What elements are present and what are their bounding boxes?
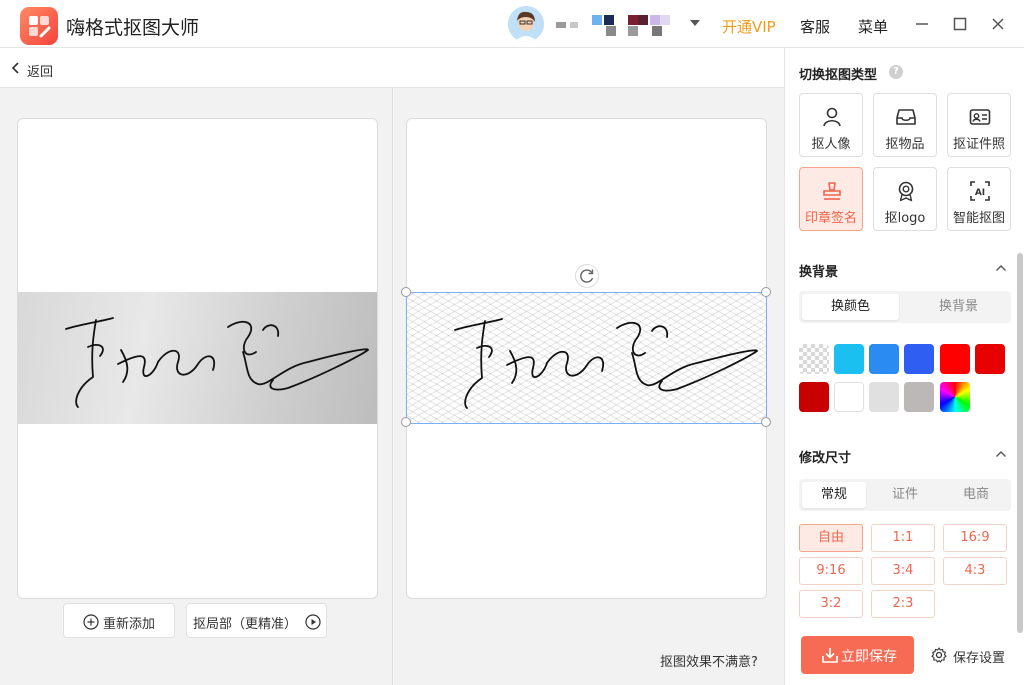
type-label: 抠证件照 [952,137,1005,152]
ratio-3-2-button[interactable]: 3:2 [799,590,863,618]
color-swatch-white[interactable] [834,382,864,412]
maximize-icon[interactable] [950,14,970,34]
save-settings-link[interactable]: 保存设置 [931,646,1015,666]
title-bar: 嗨格式抠图大师 开通VIP 客服 菜单 [0,0,1024,48]
color-swatch-blue[interactable] [904,344,934,374]
plus-circle-icon [83,614,99,630]
partial-cutout-button[interactable]: 抠局部（更精准） [186,603,327,638]
type-label: 智能抠图 [952,211,1005,226]
chevron-down-icon[interactable] [688,17,702,29]
type-logo-button[interactable]: 抠logo [873,167,937,231]
customer-service-link[interactable]: 客服 [800,16,830,37]
ratio-16-9-button[interactable]: 16:9 [943,524,1007,552]
type-object-button[interactable]: 抠物品 [873,93,937,157]
ai-icon: AI [970,181,990,201]
menu-link[interactable]: 菜单 [858,16,888,37]
resize-handle-bottom-right[interactable] [761,417,771,427]
badge-icon [898,181,914,202]
tab-change-background[interactable]: 换背景 [909,294,1008,320]
resize-handle-bottom-left[interactable] [401,417,411,427]
rotate-icon[interactable] [575,264,599,288]
stamp-icon [823,182,841,200]
app-window: 嗨格式抠图大师 开通VIP 客服 菜单 返回 重新添加 抠局部（更精准） 抠图效… [0,0,1024,685]
tab-change-color[interactable]: 换颜色 [802,294,899,320]
color-swatch-deep-red[interactable] [975,344,1005,374]
color-swatch-cyan[interactable] [834,344,864,374]
size-section-title: 修改尺寸 [799,451,852,466]
color-swatch-red[interactable] [940,344,970,374]
readd-label: 重新添加 [103,617,156,632]
save-now-button[interactable]: 立即保存 [801,636,914,674]
close-icon[interactable] [988,14,1008,34]
color-swatch-sky-blue[interactable] [869,344,899,374]
color-swatch-light-gray[interactable] [869,382,899,412]
vip-link[interactable]: 开通VIP [722,16,776,37]
panel-scrollbar[interactable] [1017,253,1023,633]
ratio-3-4-button[interactable]: 3:4 [871,557,935,585]
ratio-9-16-button[interactable]: 9:16 [799,557,863,585]
type-portrait-button[interactable]: 抠人像 [799,93,863,157]
settings-panel: 切换抠图类型 ? 抠人像 抠物品 抠证件照 印章签名 抠logo AI 智能抠图… [784,48,1024,685]
save-settings-label: 保存设置 [953,651,1006,666]
tab-id[interactable]: 证件 [873,482,937,508]
color-picker-rainbow[interactable] [940,382,970,412]
chevron-left-icon[interactable] [11,61,21,75]
type-id-photo-button[interactable]: 抠证件照 [947,93,1011,157]
download-icon [822,648,838,663]
type-label: 抠物品 [885,137,925,152]
user-avatar[interactable] [508,6,544,42]
type-smart-cutout-button[interactable]: AI 智能抠图 [947,167,1011,231]
app-logo [20,7,58,45]
color-swatch-transparent[interactable] [799,344,829,374]
work-area: 重新添加 抠局部（更精准） 抠图效果不满意? [0,88,784,685]
resize-handle-top-right[interactable] [761,287,771,297]
resize-handle-top-left[interactable] [401,287,411,297]
tab-regular[interactable]: 常规 [802,482,866,508]
username-obscured [552,12,676,38]
type-label: 印章签名 [804,211,857,226]
background-tabs: 换颜色 换背景 [799,291,1011,323]
background-section-title: 换背景 [799,265,839,280]
original-image-canvas [17,118,378,599]
size-tabs: 常规 证件 电商 [799,479,1011,511]
ratio-1-1-button[interactable]: 1:1 [871,524,935,552]
ratio-4-3-button[interactable]: 4:3 [943,557,1007,585]
chevron-up-icon[interactable] [995,449,1007,459]
back-bar: 返回 [0,48,784,88]
canvas-divider [392,88,393,685]
color-swatch-dark-red[interactable] [799,382,829,412]
readd-button[interactable]: 重新添加 [63,603,175,638]
type-label: 抠人像 [811,137,851,152]
type-stamp-signature-button[interactable]: 印章签名 [799,167,863,231]
person-icon [823,107,841,127]
type-label: 抠logo [884,211,926,226]
tab-ecommerce[interactable]: 电商 [944,482,1008,508]
save-now-label: 立即保存 [841,649,897,665]
cutout-selection-box[interactable] [401,287,771,427]
original-signature-image [18,292,377,424]
play-circle-icon [305,614,321,630]
inbox-icon [896,109,916,125]
help-icon[interactable]: ? [889,65,903,79]
back-link[interactable]: 返回 [27,61,53,80]
color-swatch-gray[interactable] [904,382,934,412]
svg-text:AI: AI [975,188,985,198]
partial-cutout-label: 抠局部（更精准） [193,617,298,632]
app-title: 嗨格式抠图大师 [66,17,200,39]
ratio-free-button[interactable]: 自由 [799,524,863,552]
ratio-2-3-button[interactable]: 2:3 [871,590,935,618]
id-card-icon [969,109,991,125]
result-image-canvas [401,118,771,599]
minimize-icon[interactable] [912,14,932,34]
unsatisfied-link[interactable]: 抠图效果不满意? [660,651,758,670]
gear-icon [931,647,947,663]
type-section-title: 切换抠图类型 [799,68,878,83]
chevron-up-icon[interactable] [995,263,1007,273]
